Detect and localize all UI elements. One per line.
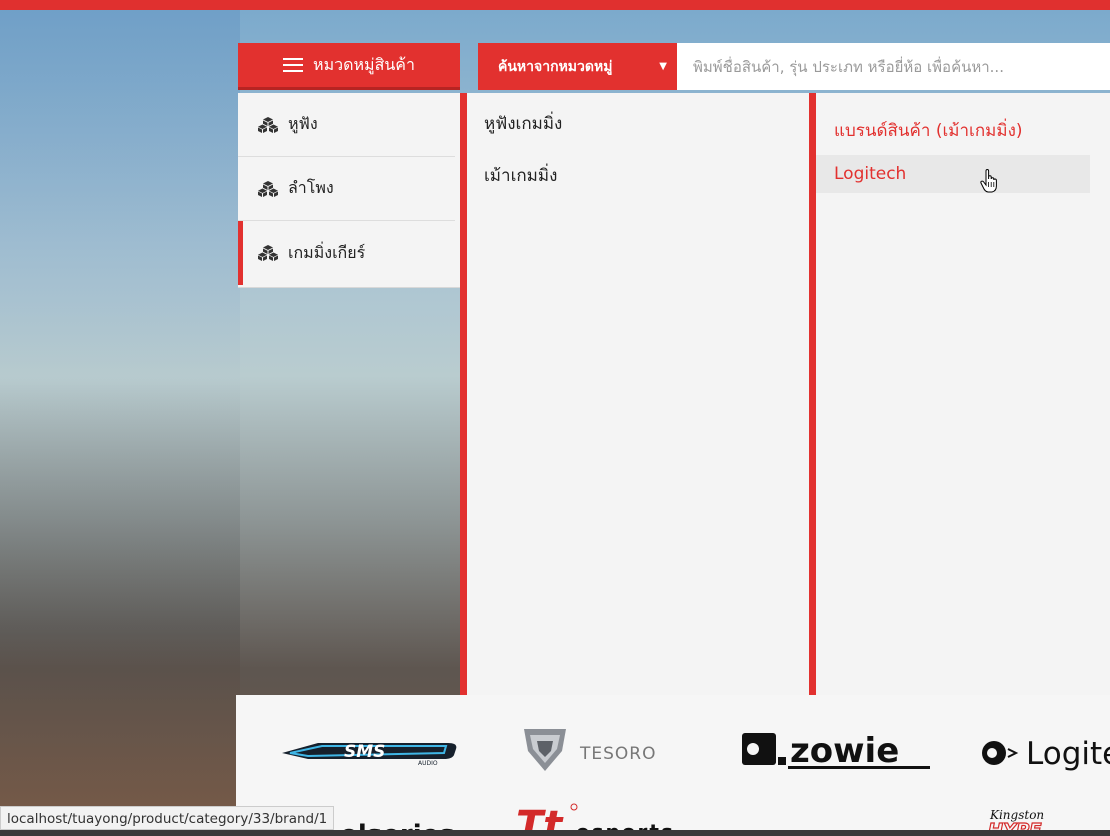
category-menu-label: หมวดหมู่สินค้า <box>313 54 415 74</box>
brand-panel-heading: แบรนด์สินค้า (เม้าเกมมิ่ง) <box>834 121 1023 141</box>
brand-logo-strip: SMS AUDIO TESORO zowie Logite olseri <box>236 695 1110 836</box>
svg-text:SMS: SMS <box>344 742 385 762</box>
sms-audio-logo[interactable]: SMS AUDIO <box>278 733 462 767</box>
search-category-label: ค้นหาจากหมวดหมู่ <box>498 58 613 75</box>
category-item-speakers[interactable]: ลำโพง <box>238 157 455 221</box>
category-menu-button[interactable]: หมวดหมู่สินค้า <box>238 43 460 90</box>
background-image <box>0 10 240 836</box>
category-item-label: หูฟัง <box>288 114 318 133</box>
hand-cursor-icon <box>980 169 997 193</box>
zowie-logo[interactable]: zowie <box>740 727 934 771</box>
category-item-gaming-gear[interactable]: เกมมิ่งเกียร์ <box>238 221 455 285</box>
list-icon <box>283 58 304 72</box>
brand-panel: แบรนด์สินค้า (เม้าเกมมิ่ง) Logitech <box>809 93 1110 718</box>
svg-text:TESORO: TESORO <box>579 744 657 764</box>
cubes-icon <box>258 180 278 197</box>
brand-item-logitech[interactable]: Logitech <box>816 155 1090 193</box>
logitech-logo[interactable]: Logite <box>978 731 1110 773</box>
window-bottom-edge <box>0 830 1110 836</box>
svg-text:zowie: zowie <box>790 731 899 771</box>
cubes-icon <box>258 116 278 133</box>
tesoro-logo[interactable]: TESORO <box>522 727 686 773</box>
status-bar-url: localhost/tuayong/product/category/33/br… <box>0 806 335 830</box>
subcategory-panel: หูฟังเกมมิ่ง เม้าเกมมิ่ง <box>460 93 809 718</box>
subcategory-item-gaming-mouse[interactable]: เม้าเกมมิ่ง <box>467 149 809 201</box>
search-input[interactable] <box>677 43 1110 90</box>
category-item-label: เกมมิ่งเกียร์ <box>288 242 366 262</box>
cubes-icon <box>258 245 278 261</box>
svg-text:Logite: Logite <box>1026 736 1110 772</box>
brand-item-label: Logitech <box>834 164 907 184</box>
top-accent-bar <box>0 0 1110 10</box>
category-item-label: ลำโพง <box>288 178 334 197</box>
category-item-headphones[interactable]: หูฟัง <box>238 93 455 157</box>
category-menu: หูฟัง ลำโพง เกมมิ่งเกียร์ <box>238 93 460 288</box>
svg-text:AUDIO: AUDIO <box>418 760 438 767</box>
caret-down-icon: ▼ <box>659 61 667 72</box>
search-category-dropdown[interactable]: ค้นหาจากหมวดหมู่ ▼ <box>478 43 677 90</box>
subcategory-item-gaming-headphones[interactable]: หูฟังเกมมิ่ง <box>467 97 809 149</box>
